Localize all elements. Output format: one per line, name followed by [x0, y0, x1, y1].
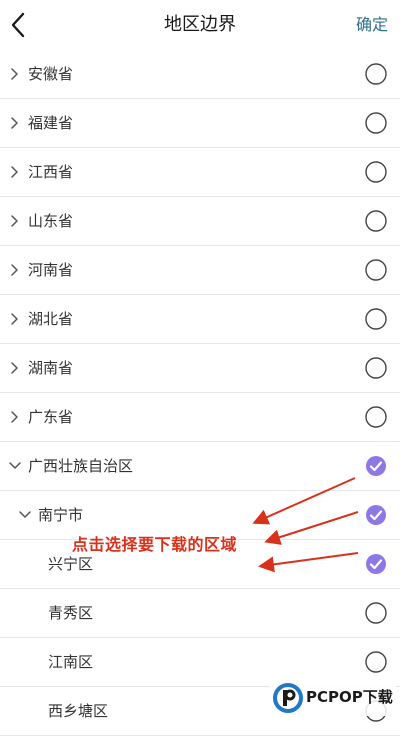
check-circle-icon[interactable]	[365, 455, 387, 477]
confirm-button[interactable]: 确定	[356, 0, 388, 50]
pcpop-logo-icon	[273, 683, 303, 713]
radio-empty-icon[interactable]	[365, 651, 387, 673]
chevron-right-icon[interactable]	[8, 361, 22, 375]
radio-empty-icon[interactable]	[365, 63, 387, 85]
region-row[interactable]: 福建省	[0, 99, 400, 148]
region-list: 安徽省 福建省 江西省 山东省 河南省 湖北省 湖南省 广东省 广西壮族自治区 南宁市 兴宁区 青秀区…	[0, 50, 400, 736]
check-circle-icon[interactable]	[365, 504, 387, 526]
region-row[interactable]: 广西壮族自治区	[0, 442, 400, 491]
radio-empty-icon[interactable]	[365, 210, 387, 232]
chevron-right-icon[interactable]	[8, 312, 22, 326]
chevron-right-icon[interactable]	[8, 263, 22, 277]
region-label: 湖南省	[28, 359, 74, 377]
radio-empty-icon[interactable]	[365, 112, 387, 134]
radio-empty-icon[interactable]	[365, 308, 387, 330]
region-row[interactable]: 湖南省	[0, 344, 400, 393]
radio-empty-icon[interactable]	[365, 602, 387, 624]
region-label: 福建省	[28, 114, 74, 132]
region-label: 安徽省	[28, 65, 74, 83]
region-row[interactable]: 湖北省	[0, 295, 400, 344]
region-label: 西乡塘区	[48, 702, 109, 720]
region-label: 广西壮族自治区	[28, 457, 134, 475]
top-bar: 地区边界 确定	[0, 0, 400, 50]
radio-empty-icon[interactable]	[365, 406, 387, 428]
watermark-text: PCPOP下载	[306, 688, 393, 706]
region-row[interactable]: 安徽省	[0, 50, 400, 99]
region-label: 江西省	[28, 163, 74, 181]
chevron-right-icon[interactable]	[8, 116, 22, 130]
back-button[interactable]	[0, 0, 44, 50]
radio-empty-icon[interactable]	[365, 161, 387, 183]
page-title: 地区边界	[164, 14, 236, 35]
chevron-right-icon[interactable]	[8, 410, 22, 424]
region-row[interactable]: 青秀区	[0, 589, 400, 638]
region-row[interactable]: 山东省	[0, 197, 400, 246]
region-row[interactable]: 广东省	[0, 393, 400, 442]
chevron-right-icon[interactable]	[8, 67, 22, 81]
chevron-down-icon[interactable]	[8, 459, 22, 473]
chevron-right-icon[interactable]	[8, 165, 22, 179]
region-row[interactable]: 江西省	[0, 148, 400, 197]
chevron-right-icon[interactable]	[8, 214, 22, 228]
region-label: 山东省	[28, 212, 74, 230]
check-circle-icon[interactable]	[365, 553, 387, 575]
region-label: 青秀区	[48, 604, 94, 622]
radio-empty-icon[interactable]	[365, 259, 387, 281]
chevron-down-icon[interactable]	[18, 508, 32, 522]
region-label: 广东省	[28, 408, 74, 426]
watermark: PCPOP下载	[270, 680, 396, 716]
annotation-text: 点击选择要下载的区域	[72, 535, 238, 554]
region-row[interactable]: 河南省	[0, 246, 400, 295]
region-label: 江南区	[48, 653, 94, 671]
chevron-left-icon	[11, 12, 25, 38]
region-label: 河南省	[28, 261, 74, 279]
region-label: 湖北省	[28, 310, 74, 328]
radio-empty-icon[interactable]	[365, 357, 387, 379]
